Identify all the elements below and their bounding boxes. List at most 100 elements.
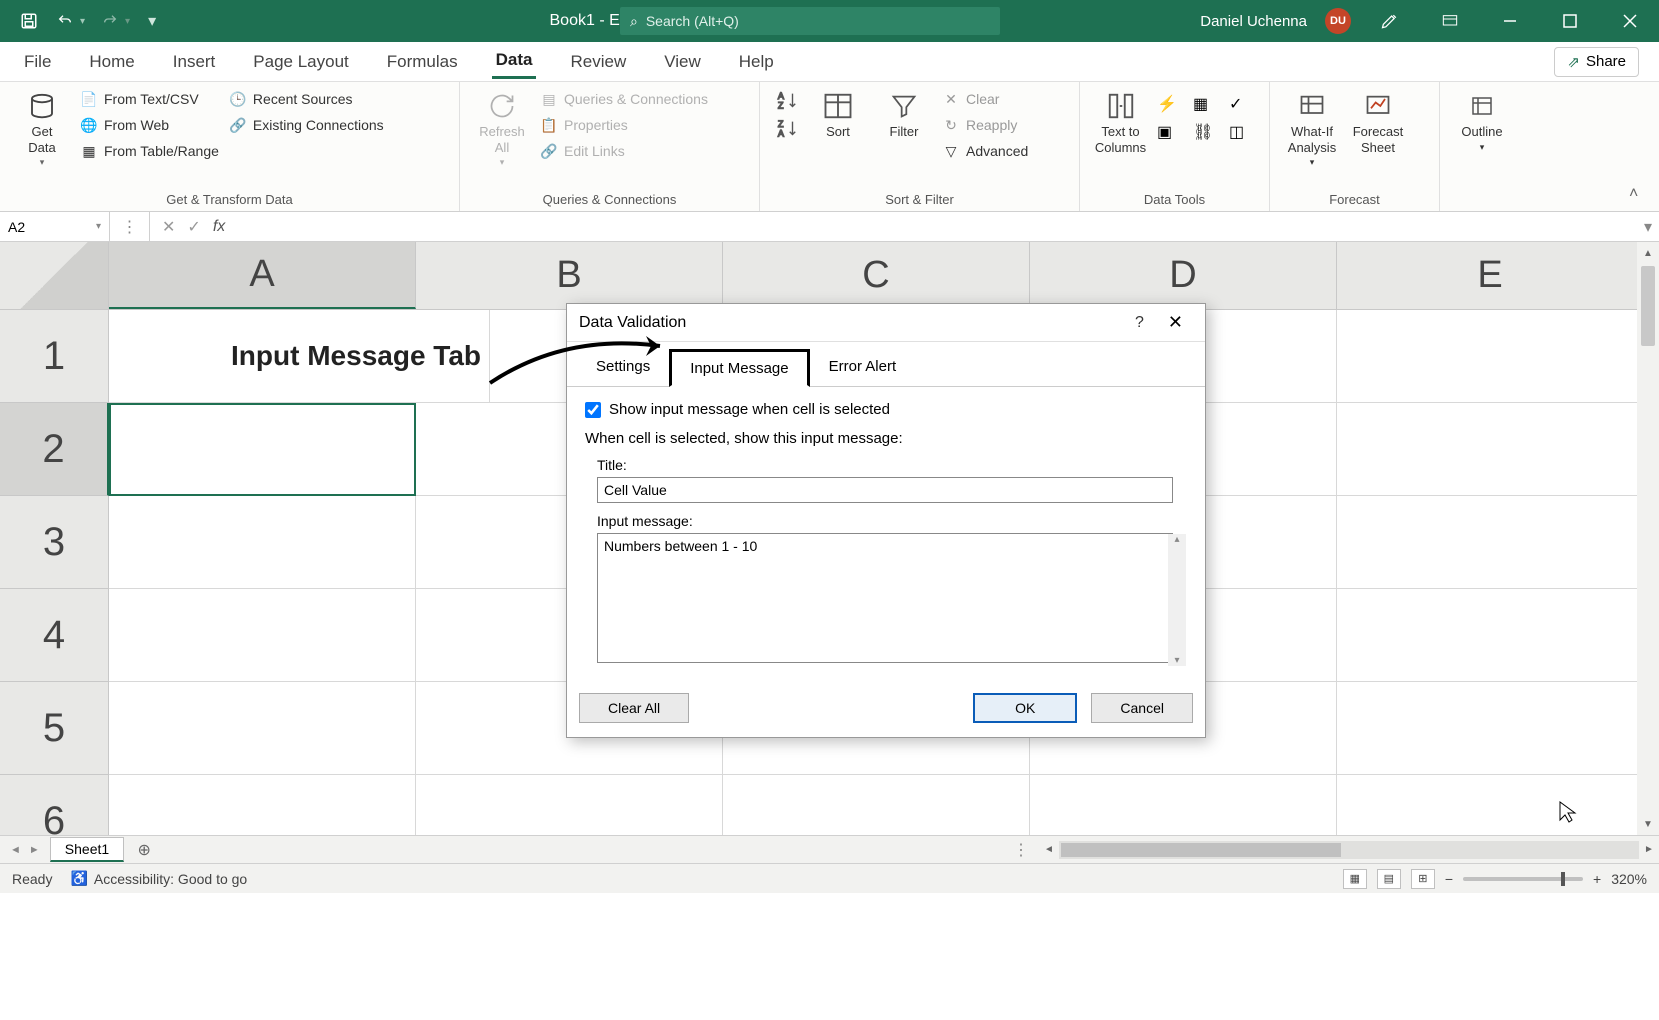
collapse-ribbon-icon[interactable]: ˄ [1629, 185, 1645, 201]
cell-c6[interactable] [723, 775, 1030, 835]
formula-bar-expand-icon[interactable]: ⋮ [110, 212, 150, 241]
undo-icon[interactable] [54, 10, 76, 32]
select-all-corner[interactable] [0, 242, 109, 309]
cell-e4[interactable] [1337, 589, 1644, 682]
cell-e2[interactable] [1337, 403, 1644, 496]
forecast-sheet-button[interactable]: Forecast Sheet [1350, 90, 1406, 155]
user-name[interactable]: Daniel Uchenna [1200, 13, 1307, 30]
row-header-1[interactable]: 1 [0, 310, 109, 403]
ink-icon[interactable] [1369, 0, 1411, 42]
get-data-button[interactable]: Get Data ▾ [14, 90, 70, 168]
relationships-icon[interactable]: ⛓ [1193, 122, 1219, 142]
tab-file[interactable]: File [20, 46, 55, 78]
close-icon[interactable] [1609, 0, 1651, 42]
dialog-close-icon[interactable]: ✕ [1158, 312, 1193, 333]
zoom-level[interactable]: 320% [1611, 871, 1647, 887]
zoom-out-icon[interactable]: − [1445, 871, 1453, 887]
tab-review[interactable]: Review [566, 46, 630, 78]
scroll-thumb[interactable] [1641, 266, 1655, 346]
text-to-columns-button[interactable]: Text to Columns [1094, 90, 1147, 155]
search-box[interactable]: ⌕ Search (Alt+Q) [620, 7, 1000, 35]
from-web-button[interactable]: 🌐From Web [80, 116, 219, 134]
maximize-icon[interactable] [1549, 0, 1591, 42]
cell-b6[interactable] [416, 775, 723, 835]
tab-split-icon[interactable]: ⋮ [156, 840, 1039, 860]
name-box-dropdown-icon[interactable]: ▾ [96, 221, 101, 232]
existing-connections-button[interactable]: 🔗Existing Connections [229, 116, 384, 134]
remove-duplicates-icon[interactable]: ▦ [1193, 94, 1219, 114]
name-box[interactable]: A2 ▾ [0, 212, 110, 241]
sort-button[interactable]: Sort [810, 90, 866, 140]
enter-formula-icon[interactable]: ✓ [187, 217, 200, 237]
row-header-6[interactable]: 6 [0, 775, 109, 835]
cell-e3[interactable] [1337, 496, 1644, 589]
sheet-nav-prev-icon[interactable]: ◄ [10, 844, 21, 856]
filter-button[interactable]: Filter [876, 90, 932, 140]
scroll-down-icon[interactable]: ▼ [1637, 813, 1659, 835]
input-message-textarea[interactable]: Numbers between 1 - 10 [597, 533, 1173, 663]
ribbon-display-icon[interactable] [1429, 0, 1471, 42]
row-header-5[interactable]: 5 [0, 682, 109, 775]
data-model-icon[interactable]: ◫ [1229, 122, 1255, 142]
advanced-filter-button[interactable]: ▽Advanced [942, 142, 1028, 160]
undo-dropdown-icon[interactable]: ▾ [80, 16, 85, 27]
cell-e6[interactable] [1337, 775, 1644, 835]
cell-e1[interactable] [1337, 310, 1644, 403]
qat-customize-icon[interactable]: ▾ [148, 11, 156, 31]
cell-e5[interactable] [1337, 682, 1644, 775]
textarea-scrollbar[interactable]: ▴▾ [1168, 534, 1186, 666]
ok-button[interactable]: OK [973, 693, 1077, 723]
refresh-all-button[interactable]: Refresh All ▾ [474, 90, 530, 168]
data-validation-icon[interactable]: ✓ [1229, 94, 1255, 114]
cell-a1[interactable]: Input Message Tab [109, 310, 489, 403]
tab-help[interactable]: Help [735, 46, 778, 78]
cell-a3[interactable] [109, 496, 416, 589]
row-header-4[interactable]: 4 [0, 589, 109, 682]
scroll-right-icon[interactable]: ► [1639, 844, 1659, 855]
page-break-view-icon[interactable]: ⊞ [1411, 869, 1435, 889]
sheet-tab[interactable]: Sheet1 [50, 837, 124, 862]
clear-all-button[interactable]: Clear All [579, 693, 689, 723]
from-table-range-button[interactable]: ▦From Table/Range [80, 142, 219, 160]
dialog-tab-settings[interactable]: Settings [577, 349, 669, 387]
cancel-button[interactable]: Cancel [1091, 693, 1193, 723]
scroll-left-icon[interactable]: ◄ [1039, 844, 1059, 855]
column-header-d[interactable]: D [1030, 242, 1337, 309]
accessibility-status[interactable]: ♿ Accessibility: Good to go [70, 870, 247, 887]
checkbox-input[interactable] [585, 402, 601, 418]
column-header-e[interactable]: E [1337, 242, 1644, 309]
scroll-up-icon[interactable]: ▲ [1637, 242, 1659, 264]
tab-data[interactable]: Data [492, 44, 537, 79]
cell-d6[interactable] [1030, 775, 1337, 835]
fx-icon[interactable]: fx [213, 218, 225, 236]
outline-button[interactable]: Outline ▾ [1454, 90, 1510, 152]
hscroll-thumb[interactable] [1061, 843, 1341, 857]
column-header-b[interactable]: B [416, 242, 723, 309]
cell-a6[interactable] [109, 775, 416, 835]
cell-a4[interactable] [109, 589, 416, 682]
formula-bar-expand-button[interactable]: ▾ [1637, 212, 1659, 241]
tab-view[interactable]: View [660, 46, 705, 78]
recent-sources-button[interactable]: 🕒Recent Sources [229, 90, 384, 108]
what-if-analysis-button[interactable]: What-If Analysis ▾ [1284, 90, 1340, 168]
page-layout-view-icon[interactable]: ▤ [1377, 869, 1401, 889]
horizontal-scrollbar[interactable]: ◄ ► [1039, 841, 1659, 859]
minimize-icon[interactable] [1489, 0, 1531, 42]
title-input[interactable] [597, 477, 1173, 503]
cell-a2[interactable] [109, 403, 416, 496]
sort-asc-icon[interactable]: AZ [774, 90, 800, 112]
tab-home[interactable]: Home [85, 46, 138, 78]
save-icon[interactable] [18, 10, 40, 32]
user-avatar[interactable]: DU [1325, 8, 1351, 34]
dialog-tab-input-message[interactable]: Input Message [669, 349, 809, 387]
from-text-csv-button[interactable]: 📄From Text/CSV [80, 90, 219, 108]
tab-page-layout[interactable]: Page Layout [249, 46, 352, 78]
redo-icon[interactable] [99, 10, 121, 32]
column-header-a[interactable]: A [109, 242, 416, 309]
flash-fill-icon[interactable]: ⚡ [1157, 94, 1183, 114]
vertical-scrollbar[interactable]: ▲ ▼ [1637, 242, 1659, 835]
row-header-3[interactable]: 3 [0, 496, 109, 589]
consolidate-icon[interactable]: ▣ [1157, 122, 1183, 142]
sheet-nav-next-icon[interactable]: ► [29, 844, 40, 856]
share-button[interactable]: ⇗ Share [1554, 47, 1639, 77]
